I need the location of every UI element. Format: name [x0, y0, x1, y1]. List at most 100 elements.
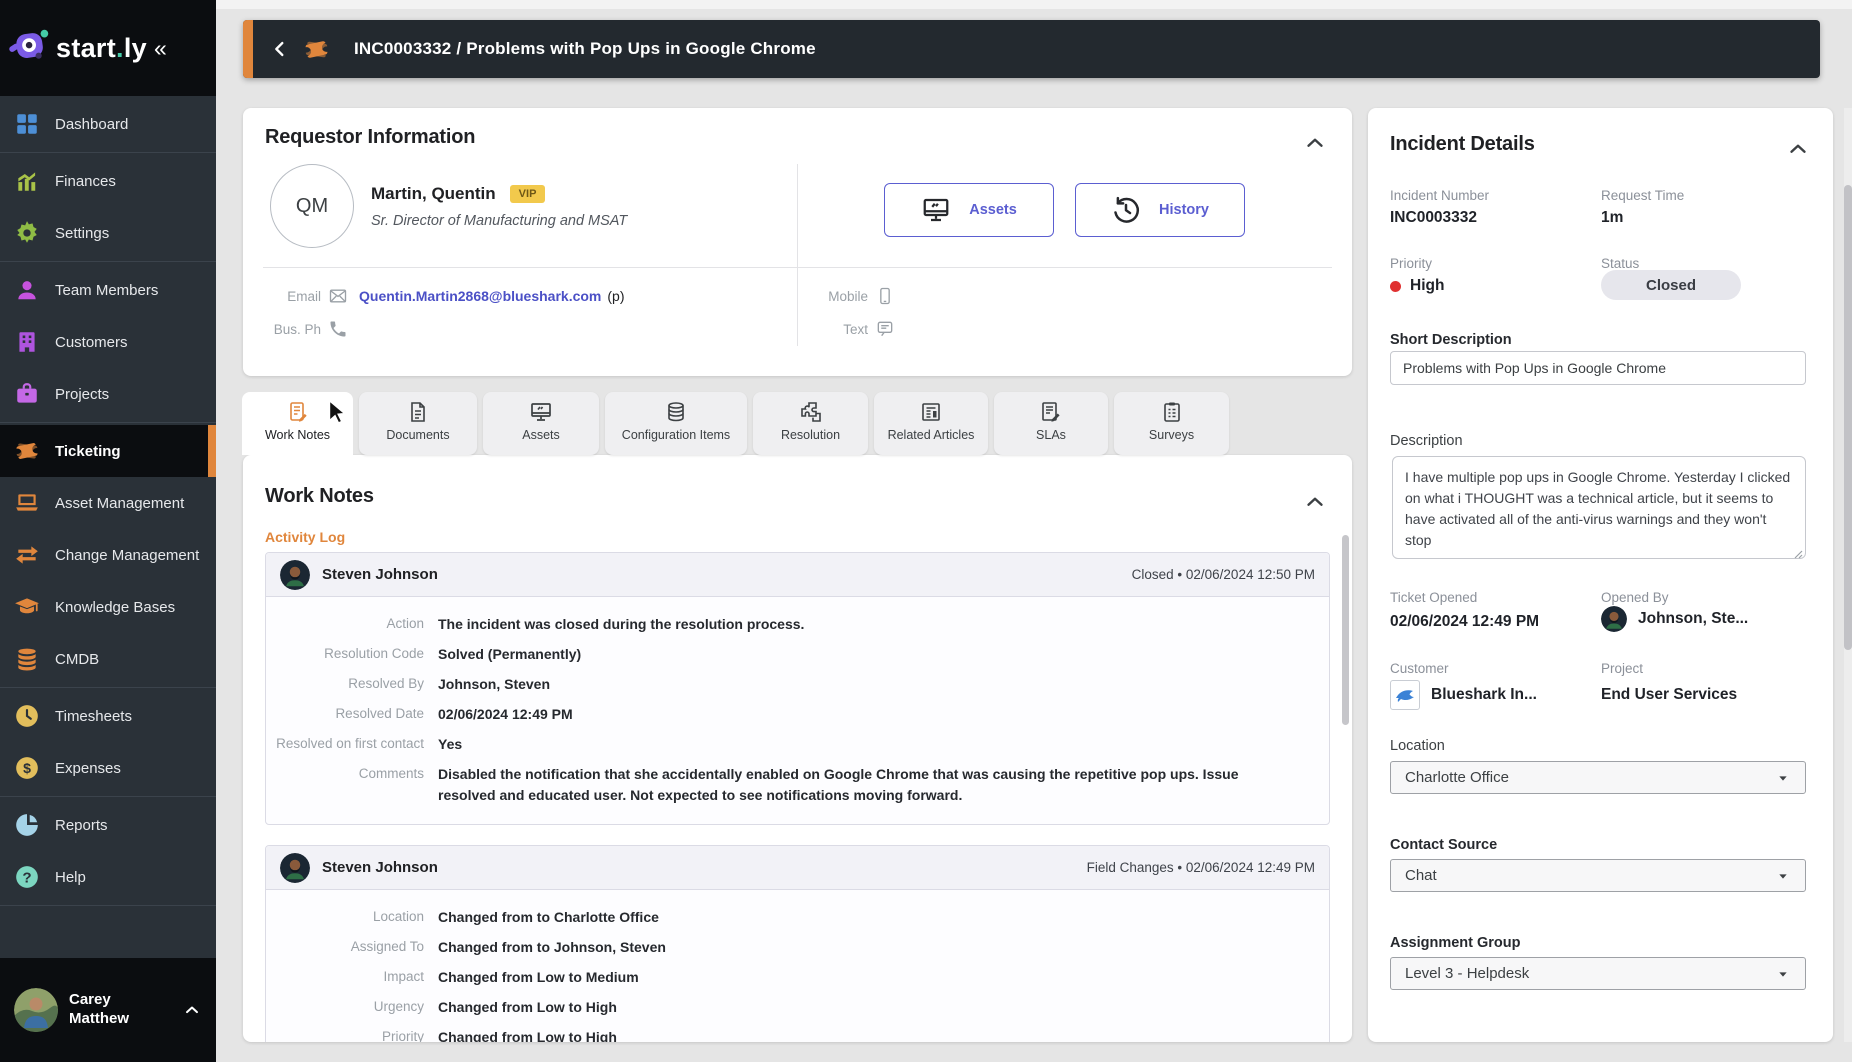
contact-source-select[interactable]: Chat	[1390, 859, 1806, 892]
sidebar-item-label: Timesheets	[55, 707, 132, 725]
activity-entry-header: Steven Johnson Field Changes • 02/06/2024…	[266, 846, 1329, 890]
activity-entry: Steven Johnson Closed • 02/06/2024 12:50 …	[265, 552, 1330, 825]
caret-down-icon	[1775, 966, 1791, 982]
sidebar-item-team-members[interactable]: Team Members	[0, 264, 216, 316]
sladoc-icon	[1039, 400, 1063, 424]
field-label: Resolved By	[348, 676, 424, 691]
back-button[interactable]	[269, 38, 291, 60]
sidebar-item-expenses[interactable]: $ Expenses	[0, 742, 216, 794]
detail-tabs: Work Notes Documents Assets Configuration I…	[242, 392, 1229, 455]
work-notes-scrollbar[interactable]	[1342, 535, 1349, 725]
tab-label: SLAs	[1036, 428, 1066, 442]
tab-resolution[interactable]: Resolution	[753, 392, 868, 455]
note-icon	[286, 400, 310, 424]
sidebar-group: Finances Settings	[0, 153, 216, 262]
sidebar-item-finances[interactable]: Finances	[0, 155, 216, 207]
request-time-value: 1m	[1601, 209, 1624, 226]
building-icon	[14, 329, 40, 355]
dollar-icon: $	[14, 755, 40, 781]
sidebar-item-change-management[interactable]: Change Management	[0, 529, 216, 581]
sidebar-item-cmdb[interactable]: CMDB	[0, 633, 216, 685]
sidebar-item-ticketing[interactable]: Ticketing	[0, 425, 216, 477]
location-select[interactable]: Charlotte Office	[1390, 761, 1806, 794]
envelope-icon	[328, 286, 348, 306]
sidebar-item-knowledge-bases[interactable]: Knowledge Bases	[0, 581, 216, 633]
sidebar-item-help[interactable]: ? Help	[0, 851, 216, 903]
activity-log-list: Steven Johnson Closed • 02/06/2024 12:50 …	[265, 552, 1330, 1042]
requestor-name: Martin, Quentin	[371, 184, 496, 203]
sidebar-group: Timesheets $ Expenses	[0, 688, 216, 797]
clock-icon	[14, 703, 40, 729]
entry-timestamp: Closed • 02/06/2024 12:50 PM	[1131, 567, 1315, 582]
text-row: Text	[803, 319, 895, 339]
ticket-icon	[303, 36, 330, 63]
monitor-icon	[921, 195, 951, 225]
sidebar-item-dashboard[interactable]: Dashboard	[0, 98, 216, 150]
sidebar-group: Dashboard	[0, 96, 216, 153]
assignment-group-select[interactable]: Level 3 - Helpdesk	[1390, 957, 1806, 990]
person-icon	[14, 277, 40, 303]
business-phone-row: Bus. Ph	[263, 319, 348, 339]
assets-button[interactable]: Assets	[884, 183, 1054, 237]
chat-message-icon	[875, 319, 895, 339]
tab-surveys[interactable]: Surveys	[1114, 392, 1229, 455]
field-label: Assigned To	[350, 939, 424, 954]
sidebar-item-projects[interactable]: Projects	[0, 368, 216, 420]
sidebar-item-timesheets[interactable]: Timesheets	[0, 690, 216, 742]
sidebar-item-customers[interactable]: Customers	[0, 316, 216, 368]
author-avatar	[280, 852, 310, 883]
sidebar-item-label: Asset Management	[55, 494, 185, 512]
mobile-row: Mobile	[803, 286, 895, 306]
sidebar-item-asset-management[interactable]: Asset Management	[0, 477, 216, 529]
email-row: Email Quentin.Martin2868@blueshark.com (…	[263, 286, 624, 306]
tab-configuration-items[interactable]: Configuration Items	[605, 392, 747, 455]
incident-number-value: INC0003332	[1390, 209, 1478, 226]
field-value: Changed from to Johnson, Steven	[438, 939, 666, 955]
field-label: Resolution Code	[324, 646, 424, 661]
gear-icon	[14, 220, 40, 246]
short-description-input[interactable]: Problems with Pop Ups in Google Chrome	[1390, 351, 1806, 385]
sidebar-item-label: Projects	[55, 385, 110, 403]
arrows-icon	[14, 542, 40, 568]
tab-documents[interactable]: Documents	[359, 392, 477, 455]
doc-icon	[406, 400, 430, 424]
entry-timestamp: Field Changes • 02/06/2024 12:49 PM	[1086, 860, 1315, 875]
request-time-label: Request Time	[1601, 188, 1685, 203]
field-label: Comments	[358, 766, 424, 781]
caret-down-icon	[1775, 868, 1791, 884]
collapse-work-notes-button[interactable]	[1302, 489, 1328, 515]
tab-label: Resolution	[780, 428, 841, 442]
activity-entry-header: Steven Johnson Closed • 02/06/2024 12:50 …	[266, 553, 1329, 597]
status-label: Status	[1601, 256, 1640, 271]
top-strip	[216, 0, 1852, 9]
author-name: Steven Johnson	[322, 859, 438, 876]
history-button[interactable]: History	[1075, 183, 1245, 237]
collapse-requestor-button[interactable]	[1302, 130, 1328, 156]
business-phone-label: Bus. Ph	[273, 321, 321, 337]
mobile-label: Mobile	[828, 288, 868, 304]
sidebar-item-reports[interactable]: Reports	[0, 799, 216, 851]
sidebar-collapse-button[interactable]: «	[154, 35, 167, 62]
field-label: Urgency	[373, 999, 424, 1014]
sidebar-item-settings[interactable]: Settings	[0, 207, 216, 259]
sidebar-item-label: Help	[55, 868, 86, 886]
field-value: Johnson, Steven	[438, 676, 551, 692]
page-scrollbar-thumb[interactable]	[1844, 185, 1852, 650]
chevron-up-icon[interactable]	[182, 1000, 202, 1020]
tab-work-notes[interactable]: Work Notes	[242, 392, 353, 455]
tab-assets[interactable]: Assets	[483, 392, 599, 455]
status-badge[interactable]: Closed	[1601, 270, 1741, 300]
resize-handle-icon[interactable]	[1791, 544, 1803, 559]
ticket-opened-value: 02/06/2024 12:49 PM	[1390, 613, 1540, 630]
logo-row: start.ly «	[0, 0, 216, 96]
email-link[interactable]: Quentin.Martin2868@blueshark.com	[359, 288, 601, 304]
tab-related-articles[interactable]: Related Articles	[874, 392, 988, 455]
tab-slas[interactable]: SLAs	[994, 392, 1108, 455]
user-menu[interactable]: Carey Matthew	[0, 958, 216, 1062]
sidebar-item-label: CMDB	[55, 650, 100, 668]
sidebar-group: Team Members Customers Projects	[0, 262, 216, 423]
collapse-incident-details-button[interactable]	[1785, 136, 1811, 162]
pie-icon	[14, 812, 40, 838]
field-label: Action	[386, 616, 424, 631]
description-textarea[interactable]: I have multiple pop ups in Google Chrome…	[1392, 456, 1806, 559]
